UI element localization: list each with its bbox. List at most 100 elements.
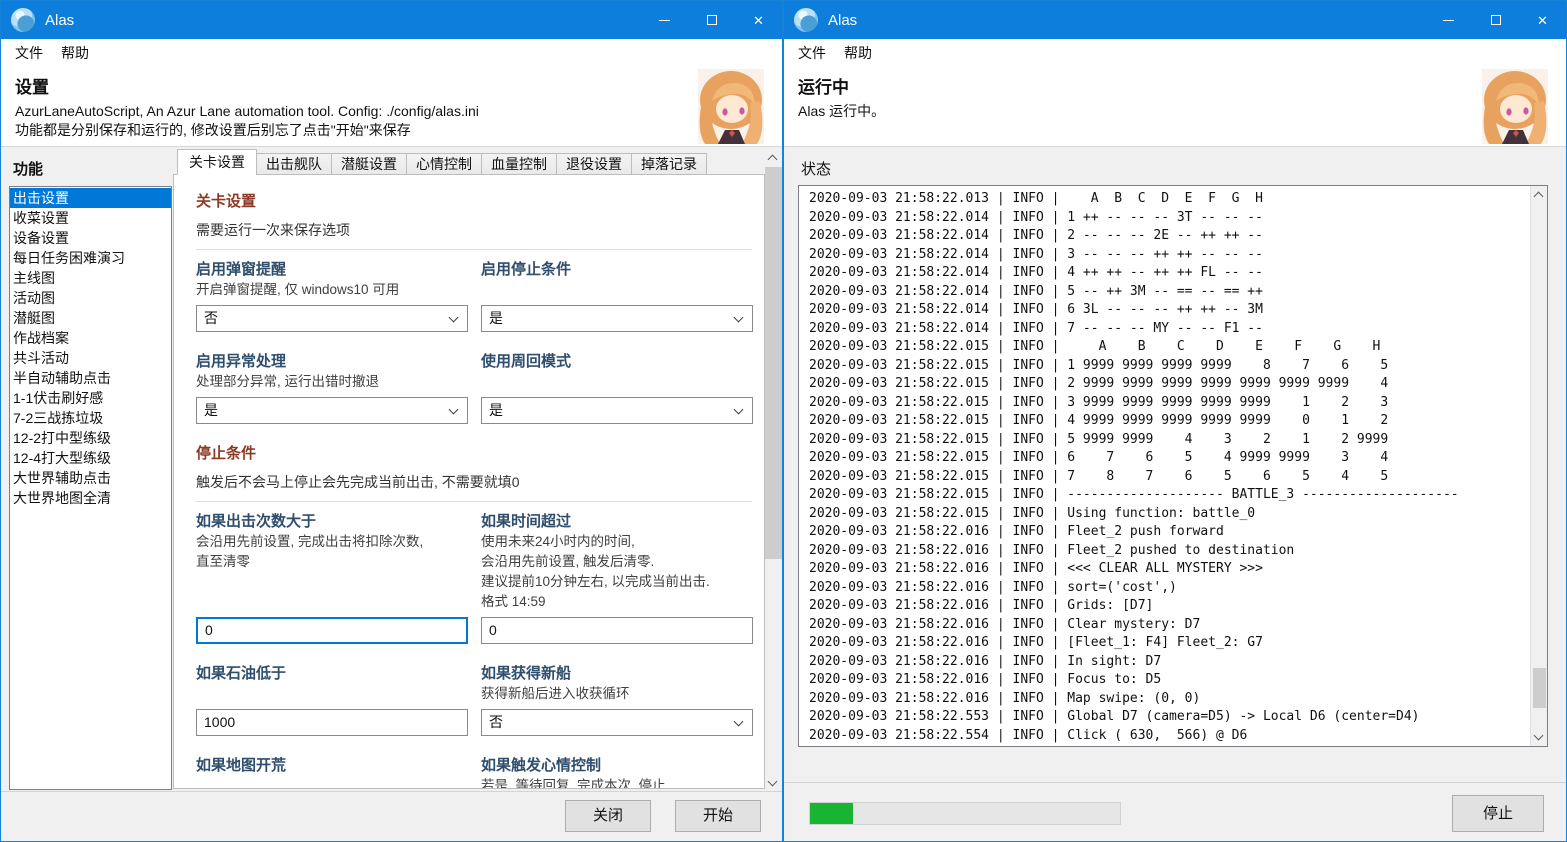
field-label: 使用周回模式 <box>481 352 753 372</box>
minimize-button[interactable] <box>641 1 688 39</box>
field-label: 启用弹窗提醒 <box>196 260 468 280</box>
header-description-2: 功能都是分别保存和运行的, 修改设置后别忘了点击"开始"来保存 <box>15 121 782 140</box>
tab-掉落记录[interactable]: 掉落记录 <box>631 153 707 175</box>
dropdown[interactable]: 是 <box>481 397 753 424</box>
content-scrollbar[interactable] <box>765 149 782 791</box>
settings-footer: 关闭 开始 <box>1 791 782 841</box>
status-label: 状态 <box>801 158 831 179</box>
sidebar-title: 功能 <box>13 158 43 179</box>
tab-pane: 关卡设置需要运行一次来保存选项启用弹窗提醒开启弹窗提醒, 仅 windows10… <box>173 174 765 789</box>
field-row: 启用弹窗提醒开启弹窗提醒, 仅 windows10 可用否启用停止条件是 <box>196 260 752 332</box>
dropdown[interactable]: 否 <box>196 305 468 332</box>
dropdown[interactable]: 否 <box>481 709 753 736</box>
menubar: 文件帮助 <box>784 39 1566 66</box>
close-icon: ✕ <box>1537 14 1548 27</box>
window-controls: ✕ <box>641 1 782 39</box>
header: 运行中 Alas 运行中。 <box>784 66 1566 147</box>
log-line: 2020-09-03 21:58:22.014 | INFO | 2 -- --… <box>809 227 1527 246</box>
close-button[interactable]: ✕ <box>1519 1 1566 39</box>
titlebar[interactable]: Alas ✕ <box>1 1 782 39</box>
chevron-down-icon <box>734 717 744 727</box>
runner-window: Alas ✕ 文件帮助 运行中 Alas 运行中。 <box>783 0 1567 842</box>
log-line: 2020-09-03 21:58:22.014 | INFO | 5 -- ++… <box>809 283 1527 302</box>
sidebar-item[interactable]: 共斗活动 <box>10 348 171 368</box>
log-line: 2020-09-03 21:58:22.015 | INFO | A B C D… <box>809 338 1527 357</box>
settings-window: Alas ✕ 文件帮助 设置 AzurLaneAutoScript, An Az… <box>0 0 783 842</box>
scroll-up-icon[interactable] <box>1534 192 1544 202</box>
sidebar-item[interactable]: 大世界辅助点击 <box>10 468 171 488</box>
sidebar-item[interactable]: 1-1伏击刷好感 <box>10 388 171 408</box>
field-help: 若是, 等待回复, 完成本次, 停止 <box>481 776 753 788</box>
sidebar-item[interactable]: 每日任务困难演习 <box>10 248 171 268</box>
minimize-button[interactable] <box>1425 1 1472 39</box>
tab-心情控制[interactable]: 心情控制 <box>406 153 482 175</box>
log-line: 2020-09-03 21:58:22.016 | INFO | <<< CLE… <box>809 560 1527 579</box>
minimize-icon <box>659 20 670 21</box>
log-line: 2020-09-03 21:58:22.016 | INFO | Clear m… <box>809 616 1527 635</box>
sidebar-item[interactable]: 12-2打中型练级 <box>10 428 171 448</box>
sidebar-item[interactable]: 活动图 <box>10 288 171 308</box>
close-window-button[interactable]: 关闭 <box>565 800 651 832</box>
scroll-down-icon[interactable] <box>1534 731 1544 741</box>
sidebar-item[interactable]: 潜艇图 <box>10 308 171 328</box>
sidebar-item[interactable]: 12-4打大型练级 <box>10 448 171 468</box>
stop-button[interactable]: 停止 <box>1452 795 1544 832</box>
close-button[interactable]: ✕ <box>735 1 782 39</box>
settings-body: 功能 出击设置收菜设置设备设置每日任务困难演习主线图活动图潜艇图作战档案共斗活动… <box>1 147 782 791</box>
tab-退役设置[interactable]: 退役设置 <box>556 153 632 175</box>
menubar: 文件帮助 <box>1 39 782 66</box>
sidebar-item[interactable]: 大世界地图全清 <box>10 488 171 508</box>
tab-关卡设置[interactable]: 关卡设置 <box>177 149 257 175</box>
tab-潜艇设置[interactable]: 潜艇设置 <box>331 153 407 175</box>
tab-血量控制[interactable]: 血量控制 <box>481 153 557 175</box>
maximize-button[interactable] <box>688 1 735 39</box>
field: 如果获得新船获得新船后进入收获循环否 <box>481 664 753 736</box>
tabbar: 关卡设置出击舰队潜艇设置心情控制血量控制退役设置掉落记录 <box>173 149 765 175</box>
field-label: 启用异常处理 <box>196 352 468 372</box>
field-row: 如果石油低于1000如果获得新船获得新船后进入收获循环否 <box>196 664 752 736</box>
sidebar-item[interactable]: 设备设置 <box>10 228 171 248</box>
maximize-button[interactable] <box>1472 1 1519 39</box>
tab-出击舰队[interactable]: 出击舰队 <box>256 153 332 175</box>
field: 如果触发心情控制若是, 等待回复, 完成本次, 停止 <box>481 756 753 788</box>
avatar <box>698 69 764 144</box>
sidebar-item[interactable]: 作战档案 <box>10 328 171 348</box>
field: 启用异常处理处理部分异常, 运行出错时撤退是 <box>196 352 468 424</box>
field: 启用停止条件是 <box>481 260 753 332</box>
start-button[interactable]: 开始 <box>675 800 761 832</box>
scroll-down-icon[interactable] <box>768 777 778 787</box>
window-title: Alas <box>828 12 857 29</box>
field-label: 如果触发心情控制 <box>481 756 753 776</box>
log-line: 2020-09-03 21:58:22.013 | INFO | A B C D… <box>809 190 1527 209</box>
sidebar-item[interactable]: 收菜设置 <box>10 208 171 228</box>
section-subtitle: 触发后不会马上停止会先完成当前出击, 不需要就填0 <box>196 472 752 492</box>
dropdown[interactable]: 是 <box>196 397 468 424</box>
dropdown[interactable]: 是 <box>481 305 753 332</box>
chevron-down-icon <box>449 313 459 323</box>
scrollbar-thumb[interactable] <box>1533 668 1546 708</box>
sidebar-item[interactable]: 出击设置 <box>10 188 171 208</box>
scrollbar-thumb[interactable] <box>765 167 782 559</box>
menu-item-help[interactable]: 帮助 <box>839 43 877 63</box>
field-row: 如果地图开荒如果触发心情控制若是, 等待回复, 完成本次, 停止 <box>196 756 752 788</box>
window-controls: ✕ <box>1425 1 1566 39</box>
log-scrollbar[interactable] <box>1530 186 1547 746</box>
page-title: 设置 <box>15 73 782 98</box>
log-line: 2020-09-03 21:58:22.015 | INFO | 5 9999 … <box>809 431 1527 450</box>
menu-item-file[interactable]: 文件 <box>793 43 831 63</box>
titlebar[interactable]: Alas ✕ <box>784 1 1566 39</box>
menu-item-help[interactable]: 帮助 <box>56 43 94 63</box>
log-output[interactable]: 2020-09-03 21:58:22.013 | INFO | A B C D… <box>809 190 1527 743</box>
minimize-icon <box>1443 20 1454 21</box>
text-input[interactable]: 0 <box>196 617 468 644</box>
sidebar-item[interactable]: 7-2三战拣垃圾 <box>10 408 171 428</box>
sidebar-item[interactable]: 半自动辅助点击 <box>10 368 171 388</box>
text-input[interactable]: 1000 <box>196 709 468 736</box>
log-line: 2020-09-03 21:58:22.016 | INFO | Map swi… <box>809 690 1527 709</box>
menu-item-file[interactable]: 文件 <box>10 43 48 63</box>
sidebar-item[interactable]: 主线图 <box>10 268 171 288</box>
function-list: 出击设置收菜设置设备设置每日任务困难演习主线图活动图潜艇图作战档案共斗活动半自动… <box>9 186 172 790</box>
scroll-up-icon[interactable] <box>768 155 778 165</box>
section-title: 关卡设置 <box>196 192 752 212</box>
text-input[interactable]: 0 <box>481 617 753 644</box>
